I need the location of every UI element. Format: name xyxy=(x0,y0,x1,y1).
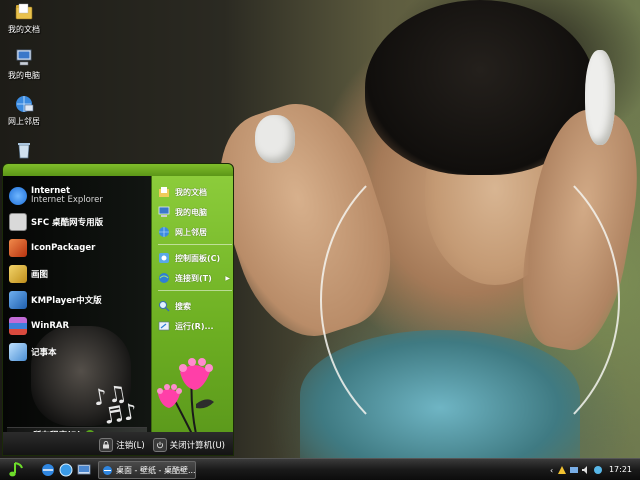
desktop-icon-my-computer[interactable]: 我的电脑 xyxy=(4,48,44,81)
tray-app-icon[interactable] xyxy=(593,465,603,475)
wallpaper-headphone-cord xyxy=(320,140,620,460)
documents-icon xyxy=(159,187,169,197)
flowers-decoration xyxy=(157,358,214,434)
start-item-label: 连接到(T) xyxy=(175,273,212,283)
submenu-arrow-icon: ▶ xyxy=(225,274,230,282)
desktop-icon-label: 我的文档 xyxy=(8,25,40,34)
network-places-icon xyxy=(159,227,169,237)
desktop-icon-my-documents[interactable]: 我的文档 xyxy=(4,2,44,35)
start-item-my-computer[interactable]: 我的电脑 xyxy=(158,204,233,220)
start-item-label: 网上邻居 xyxy=(175,227,207,237)
run-icon xyxy=(158,321,170,331)
separator xyxy=(158,244,232,245)
clock: 17:21 xyxy=(608,465,632,474)
tray-volume-icon[interactable] xyxy=(581,465,591,475)
paint-icon xyxy=(9,265,27,283)
start-item-internet[interactable]: Internet Internet Explorer xyxy=(9,186,149,206)
taskbar-window-title: 桌面 - 壁纸 - 桌酷壁... xyxy=(116,465,196,475)
connect-to-icon xyxy=(159,273,169,283)
start-menu-places-panel: 我的文档 我的电脑 网上邻居 控制面板(C) 连接到(T) ▶ 搜索 运行(R)… xyxy=(151,176,233,434)
music-note-start-icon xyxy=(9,462,23,477)
start-item-kmplayer[interactable]: KMPlayer中文版 xyxy=(9,290,149,310)
power-icon xyxy=(152,437,167,452)
folder-icon xyxy=(15,3,33,20)
recycle-bin-icon xyxy=(18,143,30,159)
start-item-paint[interactable]: 画图 xyxy=(9,264,149,284)
winrar-icon xyxy=(9,317,27,335)
taskbar-window-button[interactable]: 桌面 - 壁纸 - 桌酷壁... xyxy=(98,461,196,479)
start-item-run[interactable]: 运行(R)... xyxy=(158,318,233,334)
iconpackager-icon xyxy=(9,239,27,257)
start-item-label: 搜索 xyxy=(175,301,191,311)
start-item-label: 我的电脑 xyxy=(175,207,207,217)
wallpaper-headphone-right xyxy=(585,50,615,145)
start-item-iconpackager[interactable]: IconPackager xyxy=(9,238,149,258)
tray-expand-icon[interactable]: ‹ xyxy=(550,466,553,475)
start-item-notepad[interactable]: 记事本 xyxy=(9,342,149,362)
start-menu-header xyxy=(3,164,233,176)
start-item-title: IconPackager xyxy=(31,243,96,253)
separator xyxy=(158,290,232,291)
start-item-title: WinRAR xyxy=(31,321,70,331)
start-item-control-panel[interactable]: 控制面板(C) xyxy=(158,250,233,266)
start-menu-footer: 注销(L) 关闭计算机(U) xyxy=(3,432,233,455)
music-notes-decoration: ♪♫ ♬♪ xyxy=(91,381,140,432)
my-computer-icon xyxy=(158,206,170,217)
start-item-network-places[interactable]: 网上邻居 xyxy=(158,224,233,240)
start-item-title: SFC 桌酷网专用版 xyxy=(31,218,104,228)
start-item-title: KMPlayer中文版 xyxy=(31,296,102,306)
network-icon xyxy=(16,96,34,112)
start-item-my-documents[interactable]: 我的文档 xyxy=(158,184,233,200)
start-item-label: 我的文档 xyxy=(175,187,207,197)
start-item-title: 画图 xyxy=(31,270,49,280)
kmplayer-icon xyxy=(9,291,27,309)
desktop-icon-network[interactable]: 网上邻居 xyxy=(4,94,44,127)
start-item-label: 控制面板(C) xyxy=(175,253,221,263)
quick-launch-ie-icon[interactable] xyxy=(40,462,56,478)
start-item-search[interactable]: 搜索 xyxy=(158,298,233,314)
logoff-button[interactable]: 注销(L) xyxy=(99,437,145,452)
desktop-icon-recycle-bin[interactable] xyxy=(4,140,44,162)
shutdown-label: 关闭计算机(U) xyxy=(169,440,225,451)
tray-warning-icon[interactable] xyxy=(557,465,567,475)
computer-icon xyxy=(16,49,32,66)
start-menu: ♪♫ ♬♪ Internet Internet Explorer SFC 桌酷网… xyxy=(2,163,234,456)
start-item-label: 运行(R)... xyxy=(175,321,214,331)
desktop-icon-label: 我的电脑 xyxy=(8,71,40,80)
start-item-sfc[interactable]: SFC 桌酷网专用版 xyxy=(9,212,149,232)
quick-launch-browser-icon[interactable] xyxy=(58,462,74,478)
start-item-connect-to[interactable]: 连接到(T) ▶ xyxy=(158,270,233,286)
shutdown-button[interactable]: 关闭计算机(U) xyxy=(152,437,225,452)
sfc-icon xyxy=(9,213,27,231)
ie-window-icon xyxy=(103,465,112,475)
taskbar: 桌面 - 壁纸 - 桌酷壁... ‹ 17:21 xyxy=(0,458,640,480)
quick-launch-show-desktop-icon[interactable] xyxy=(76,462,92,478)
notepad-icon xyxy=(9,343,27,361)
start-button[interactable] xyxy=(0,459,34,480)
start-item-subtitle: Internet Explorer xyxy=(31,195,103,205)
start-item-title: 记事本 xyxy=(31,348,57,358)
start-menu-programs-panel: ♪♫ ♬♪ Internet Internet Explorer SFC 桌酷网… xyxy=(3,176,151,441)
tray-network-icon[interactable] xyxy=(569,465,579,475)
wallpaper-headphone-left xyxy=(255,115,295,163)
lock-icon xyxy=(99,437,114,452)
desktop-icon-label: 网上邻居 xyxy=(8,117,40,126)
control-panel-icon xyxy=(159,253,169,263)
logoff-label: 注销(L) xyxy=(116,440,145,451)
start-item-winrar[interactable]: WinRAR xyxy=(9,316,149,336)
internet-explorer-icon xyxy=(9,187,27,205)
search-icon xyxy=(159,301,170,312)
